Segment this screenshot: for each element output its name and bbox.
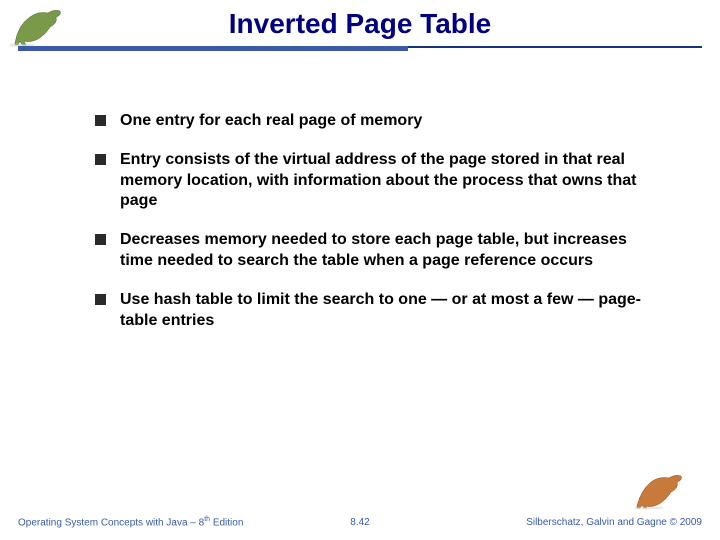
slide-footer: Operating System Concepts with Java – 8t…: [0, 490, 720, 530]
dinosaur-icon: [635, 472, 690, 515]
bullet-text: One entry for each real page of memory: [120, 111, 422, 132]
slide-header: Inverted Page Table: [0, 0, 720, 56]
square-bullet-icon: [95, 234, 106, 245]
square-bullet-icon: [95, 115, 106, 126]
bullet-item: Decreases memory needed to store each pa…: [95, 230, 650, 272]
bullet-item: One entry for each real page of memory: [95, 111, 650, 132]
dinosaur-icon: [10, 5, 70, 52]
slide-number: 8.42: [350, 517, 369, 528]
footer-text-a: Operating System Concepts with Java – 8: [18, 517, 204, 528]
title-underline: [0, 46, 720, 56]
bullet-text: Entry consists of the virtual address of…: [120, 150, 650, 212]
square-bullet-icon: [95, 154, 106, 165]
slide-title: Inverted Page Table: [0, 8, 720, 46]
square-bullet-icon: [95, 294, 106, 305]
slide-body: One entry for each real page of memory E…: [0, 56, 720, 331]
bullet-item: Use hash table to limit the search to on…: [95, 290, 650, 332]
footer-copyright: Silberschatz, Galvin and Gagne © 2009: [526, 517, 702, 528]
bullet-text: Decreases memory needed to store each pa…: [120, 230, 650, 272]
bullet-item: Entry consists of the virtual address of…: [95, 150, 650, 212]
bullet-text: Use hash table to limit the search to on…: [120, 290, 650, 332]
footer-text-b: Edition: [210, 517, 243, 528]
footer-book-title: Operating System Concepts with Java – 8t…: [18, 516, 243, 528]
